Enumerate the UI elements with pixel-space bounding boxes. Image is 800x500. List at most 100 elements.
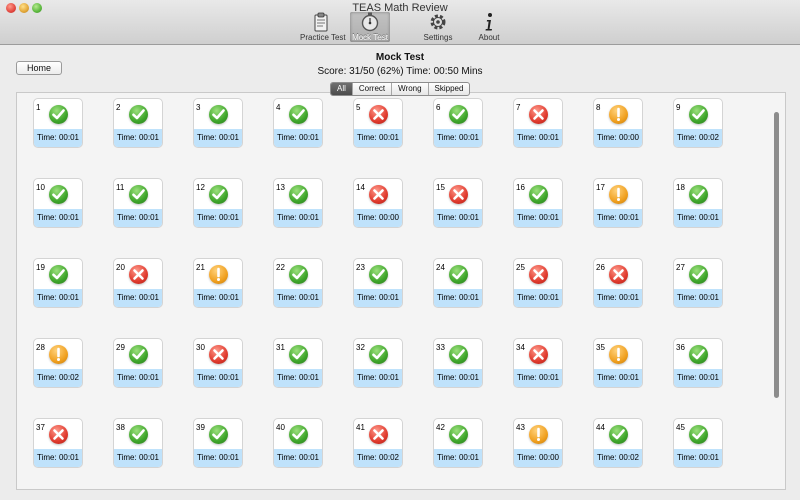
question-cell[interactable]: 41 Time: 00:02	[353, 418, 403, 468]
question-cell[interactable]: 20 Time: 00:01	[113, 258, 163, 308]
question-cell[interactable]: 33 Time: 00:01	[433, 338, 483, 388]
question-number: 21	[196, 263, 205, 272]
question-number: 33	[436, 343, 445, 352]
question-time: Time: 00:01	[274, 369, 322, 387]
question-cell[interactable]: 28 Time: 00:02	[33, 338, 83, 388]
question-number: 36	[676, 343, 685, 352]
question-number: 11	[116, 183, 125, 192]
question-cell[interactable]: 13 Time: 00:01	[273, 178, 323, 228]
check-icon	[689, 265, 708, 284]
check-icon	[49, 185, 68, 204]
score-summary: Score: 31/50 (62%) Time: 00:50 Mins	[317, 66, 483, 77]
question-cell[interactable]: 35 Time: 00:01	[593, 338, 643, 388]
question-cell[interactable]: 2 Time: 00:01	[113, 98, 163, 148]
check-icon	[289, 105, 308, 124]
toolbar-about[interactable]: About	[474, 12, 504, 42]
question-cell[interactable]: 9 Time: 00:02	[673, 98, 723, 148]
filter-all[interactable]: All	[331, 83, 352, 95]
question-cell[interactable]: 8 Time: 00:00	[593, 98, 643, 148]
question-cell[interactable]: 6 Time: 00:01	[433, 98, 483, 148]
question-cell[interactable]: 44 Time: 00:02	[593, 418, 643, 468]
question-cell[interactable]: 38 Time: 00:01	[113, 418, 163, 468]
question-cell[interactable]: 24 Time: 00:01	[433, 258, 483, 308]
question-cell[interactable]: 4 Time: 00:01	[273, 98, 323, 148]
toolbar-label: About	[478, 33, 500, 42]
question-cell[interactable]: 22 Time: 00:01	[273, 258, 323, 308]
question-time: Time: 00:01	[354, 369, 402, 387]
question-cell[interactable]: 5 Time: 00:01	[353, 98, 403, 148]
exclamation-icon	[609, 345, 628, 364]
question-time: Time: 00:01	[434, 449, 482, 467]
question-cell[interactable]: 27 Time: 00:01	[673, 258, 723, 308]
question-cell[interactable]: 19 Time: 00:01	[33, 258, 83, 308]
question-cell[interactable]: 11 Time: 00:01	[113, 178, 163, 228]
question-number: 43	[516, 423, 525, 432]
check-icon	[369, 345, 388, 364]
question-number: 28	[36, 343, 45, 352]
question-cell[interactable]: 37 Time: 00:01	[33, 418, 83, 468]
question-cell[interactable]: 43 Time: 00:00	[513, 418, 563, 468]
vertical-scrollbar[interactable]	[774, 112, 779, 398]
question-cell[interactable]: 16 Time: 00:01	[513, 178, 563, 228]
stopwatch-icon	[350, 12, 390, 32]
question-cell[interactable]: 45 Time: 00:01	[673, 418, 723, 468]
question-cell[interactable]: 42 Time: 00:01	[433, 418, 483, 468]
question-cell[interactable]: 29 Time: 00:01	[113, 338, 163, 388]
question-cell[interactable]: 7 Time: 00:01	[513, 98, 563, 148]
question-number: 26	[596, 263, 605, 272]
question-cell[interactable]: 1 Time: 00:01	[33, 98, 83, 148]
question-cell[interactable]: 18 Time: 00:01	[673, 178, 723, 228]
filter-wrong[interactable]: Wrong	[391, 83, 427, 95]
question-cell[interactable]: 12 Time: 00:01	[193, 178, 243, 228]
info-icon	[474, 12, 504, 32]
question-cell[interactable]: 31 Time: 00:01	[273, 338, 323, 388]
question-time: Time: 00:00	[354, 209, 402, 227]
question-cell[interactable]: 15 Time: 00:01	[433, 178, 483, 228]
check-icon	[609, 425, 628, 444]
question-cell[interactable]: 17 Time: 00:01	[593, 178, 643, 228]
question-number: 4	[276, 103, 281, 112]
question-cell[interactable]: 32 Time: 00:01	[353, 338, 403, 388]
check-icon	[449, 345, 468, 364]
question-cell[interactable]: 39 Time: 00:01	[193, 418, 243, 468]
toolbar-practice-test[interactable]: Practice Test	[300, 12, 346, 42]
question-time: Time: 00:01	[274, 289, 322, 307]
x-icon	[129, 265, 148, 284]
question-cell[interactable]: 40 Time: 00:01	[273, 418, 323, 468]
question-cell[interactable]: 36 Time: 00:01	[673, 338, 723, 388]
question-cell[interactable]: 34 Time: 00:01	[513, 338, 563, 388]
question-number: 13	[276, 183, 285, 192]
filter-skipped[interactable]: Skipped	[427, 83, 470, 95]
question-cell[interactable]: 21 Time: 00:01	[193, 258, 243, 308]
question-number: 38	[116, 423, 125, 432]
question-number: 25	[516, 263, 525, 272]
question-cell[interactable]: 26 Time: 00:01	[593, 258, 643, 308]
toolbar-mock-test[interactable]: Mock Test	[350, 12, 390, 42]
filter-correct[interactable]: Correct	[351, 83, 391, 95]
toolbar-label: Practice Test	[300, 33, 346, 42]
question-time: Time: 00:01	[354, 289, 402, 307]
check-icon	[449, 105, 468, 124]
check-icon	[129, 345, 148, 364]
question-number: 31	[276, 343, 285, 352]
question-cell[interactable]: 23 Time: 00:01	[353, 258, 403, 308]
question-time: Time: 00:01	[674, 449, 722, 467]
question-cell[interactable]: 30 Time: 00:01	[193, 338, 243, 388]
question-cell[interactable]: 3 Time: 00:01	[193, 98, 243, 148]
question-time: Time: 00:01	[34, 449, 82, 467]
window-titlebar: TEAS Math Review Practice Test Mock Test…	[0, 0, 800, 45]
question-time: Time: 00:01	[514, 289, 562, 307]
question-cell[interactable]: 14 Time: 00:00	[353, 178, 403, 228]
check-icon	[129, 185, 148, 204]
check-icon	[689, 185, 708, 204]
question-time: Time: 00:01	[514, 129, 562, 147]
results-panel: 1 Time: 00:01 2 Time: 00:01 3 Time: 00:01 4 Tim…	[16, 92, 786, 490]
question-cell[interactable]: 10 Time: 00:01	[33, 178, 83, 228]
check-icon	[209, 425, 228, 444]
question-time: Time: 00:01	[114, 289, 162, 307]
toolbar-settings[interactable]: Settings	[420, 12, 456, 42]
question-cell[interactable]: 25 Time: 00:01	[513, 258, 563, 308]
question-time: Time: 00:01	[434, 129, 482, 147]
x-icon	[609, 265, 628, 284]
question-time: Time: 00:01	[594, 209, 642, 227]
